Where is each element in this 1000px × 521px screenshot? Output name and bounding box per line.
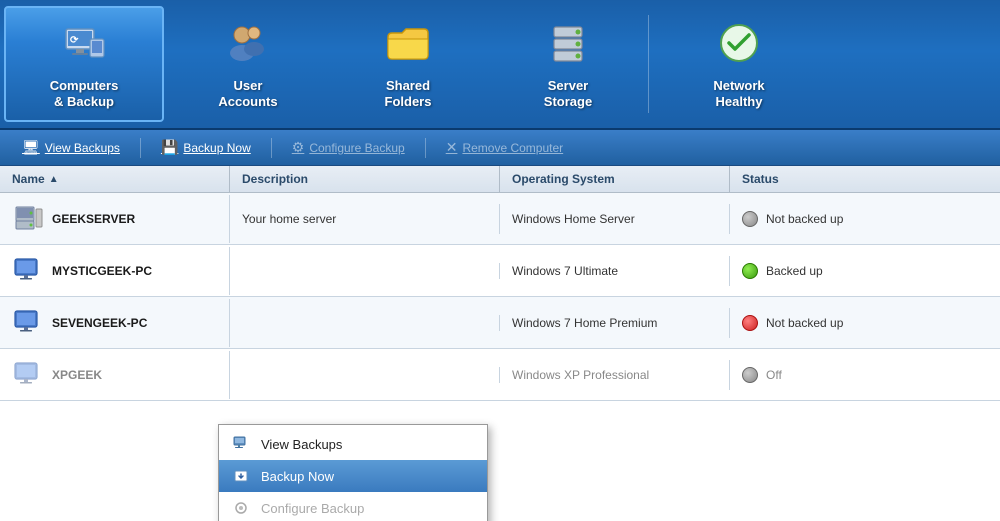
cell-status-mysticgeek: Backed up (730, 255, 1000, 287)
context-backup-now-icon (231, 466, 251, 486)
server-icon (12, 203, 44, 235)
cell-desc-geekserver: Your home server (230, 204, 500, 234)
context-view-backups-icon (231, 434, 251, 454)
cell-name-xpgeek: XPGEEK (0, 351, 230, 399)
col-description: Description (230, 166, 500, 192)
table-row[interactable]: SEVENGEEK-PC Windows 7 Home Premium Not … (0, 297, 1000, 349)
mysticgeek-name: MYSTICGEEK-PC (52, 264, 152, 278)
cell-name-sevengeek: SEVENGEEK-PC (0, 299, 230, 347)
context-menu-view-backups[interactable]: View Backups (219, 428, 487, 460)
svg-text:⟳: ⟳ (70, 35, 79, 46)
toolbar-separator-3 (425, 138, 426, 158)
cell-status-sevengeek: Not backed up (730, 307, 1000, 339)
nav-network-healthy-label: Network Healthy (713, 78, 764, 109)
toolbar-view-backups-btn[interactable]: 🖥 View Backups (10, 135, 132, 160)
computer-icon (12, 307, 44, 339)
computer-icon (12, 255, 44, 287)
nav-shared-folders[interactable]: Shared Folders (328, 0, 488, 128)
content-area: Name ▲ Description Operating System Stat… (0, 166, 1000, 521)
nav-shared-folders-label: Shared Folders (385, 78, 432, 109)
nav-user-accounts-label: User Accounts (218, 78, 277, 109)
col-name: Name ▲ (0, 166, 230, 192)
xpgeek-name: XPGEEK (52, 368, 102, 382)
context-menu: View Backups Backup Now ↖ Configure B (218, 424, 488, 521)
cell-os-xpgeek: Windows XP Professional (500, 360, 730, 390)
context-menu-backup-now[interactable]: Backup Now ↖ (219, 460, 487, 492)
cell-desc-sevengeek (230, 315, 500, 331)
cell-name-mysticgeek: MYSTICGEEK-PC (0, 247, 230, 295)
nav-network-healthy[interactable]: Network Healthy (649, 0, 829, 128)
nav-server-storage-label: Server Storage (544, 78, 592, 109)
computers-backup-icon: ⟳ (60, 19, 108, 70)
status-dot-red (742, 315, 758, 331)
backup-now-icon: 💾 (161, 139, 178, 156)
remove-computer-icon: ✕ (446, 139, 458, 156)
configure-backup-icon: ⚙ (292, 139, 305, 156)
context-menu-configure-backup[interactable]: Configure Backup (219, 492, 487, 521)
toolbar-backup-now-btn[interactable]: 💾 Backup Now (149, 135, 263, 160)
user-accounts-icon (224, 19, 272, 70)
cell-os-mysticgeek: Windows 7 Ultimate (500, 256, 730, 286)
network-healthy-icon (715, 19, 763, 70)
app-header: ⟳ Computers & Backup User Accounts Share… (0, 0, 1000, 130)
toolbar-remove-computer-btn[interactable]: ✕ Remove Computer (434, 135, 575, 160)
cell-desc-xpgeek (230, 367, 500, 383)
nav-computers-backup[interactable]: ⟳ Computers & Backup (4, 6, 164, 122)
context-view-backups-label: View Backups (261, 437, 342, 452)
view-backups-icon: 🖥 (22, 139, 40, 156)
cell-status-xpgeek: Off (730, 359, 1000, 391)
cell-status-geekserver: Not backed up (730, 203, 1000, 235)
col-os: Operating System (500, 166, 730, 192)
toolbar-separator-1 (140, 138, 141, 158)
toolbar-separator-2 (271, 138, 272, 158)
sort-asc-icon: ▲ (49, 174, 59, 185)
sevengeek-name: SEVENGEEK-PC (52, 316, 147, 330)
context-configure-backup-icon (231, 498, 251, 518)
nav-computers-backup-label: Computers & Backup (50, 78, 119, 109)
table-row[interactable]: GEEKSERVER Your home server Windows Home… (0, 193, 1000, 245)
cell-os-sevengeek: Windows 7 Home Premium (500, 308, 730, 338)
cell-os-geekserver: Windows Home Server (500, 204, 730, 234)
table-header: Name ▲ Description Operating System Stat… (0, 166, 1000, 193)
status-dot-green (742, 263, 758, 279)
server-storage-icon (544, 19, 592, 70)
nav-server-storage[interactable]: Server Storage (488, 0, 648, 128)
cell-desc-mysticgeek (230, 263, 500, 279)
table-row[interactable]: MYSTICGEEK-PC Windows 7 Ultimate Backed … (0, 245, 1000, 297)
geekserver-name: GEEKSERVER (52, 212, 135, 226)
toolbar: 🖥 View Backups 💾 Backup Now ⚙ Configure … (0, 130, 1000, 166)
context-configure-backup-label: Configure Backup (261, 501, 364, 516)
context-backup-now-label: Backup Now (261, 469, 334, 484)
status-dot-grey (742, 211, 758, 227)
nav-user-accounts[interactable]: User Accounts (168, 0, 328, 128)
table-row[interactable]: XPGEEK Windows XP Professional Off (0, 349, 1000, 401)
cell-name-geekserver: GEEKSERVER (0, 195, 230, 243)
toolbar-configure-backup-btn[interactable]: ⚙ Configure Backup (280, 135, 417, 160)
shared-folders-icon (384, 19, 432, 70)
status-dot-grey (742, 367, 758, 383)
computers-table: Name ▲ Description Operating System Stat… (0, 166, 1000, 401)
computer-icon (12, 359, 44, 391)
col-status: Status (730, 166, 1000, 192)
